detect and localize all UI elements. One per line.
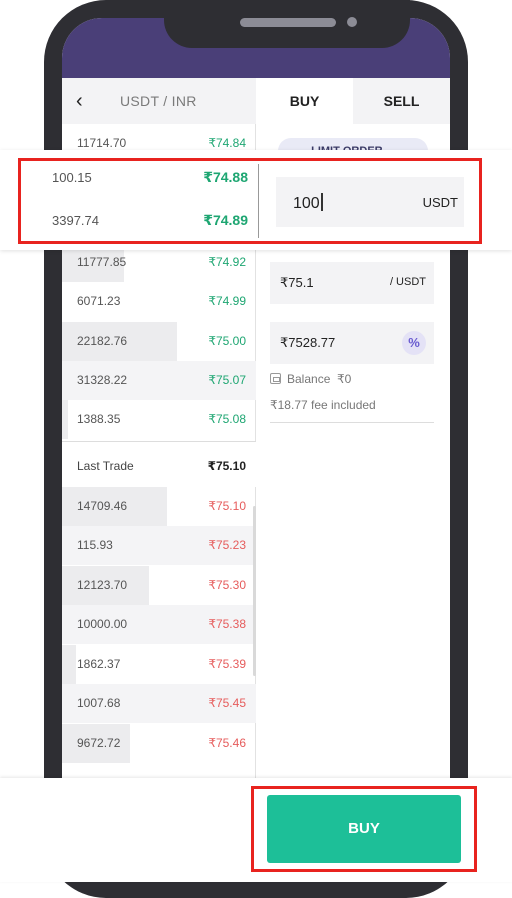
bid-row[interactable]: 12123.70 ₹75.30 (62, 566, 256, 605)
divider (270, 422, 434, 423)
ask-qty: 22182.76 (77, 334, 128, 348)
highlight-box (18, 158, 482, 244)
bid-row[interactable]: 115.93 ₹75.23 (62, 526, 256, 565)
bid-qty: 115.93 (77, 538, 113, 552)
depth-bar (62, 400, 68, 439)
bid-row[interactable]: 1862.37 ₹75.39 (62, 645, 256, 684)
bid-qty: 12123.70 (77, 578, 128, 592)
ask-price: ₹75.07 (208, 373, 246, 387)
ask-price: ₹74.84 (208, 136, 246, 150)
ask-price: ₹75.08 (208, 412, 246, 426)
ask-qty: 11777.85 (77, 255, 127, 269)
last-trade-price: ₹75.10 (207, 459, 246, 473)
bid-price: ₹75.46 (208, 736, 246, 750)
balance-label: Balance (287, 372, 331, 386)
bid-row[interactable]: 14709.46 ₹75.10 (62, 487, 256, 526)
fee-text: ₹18.77 fee included (270, 398, 376, 412)
ask-qty: 1388.35 (77, 412, 121, 426)
bid-price: ₹75.23 (208, 538, 246, 552)
ask-qty: 31328.22 (77, 373, 128, 387)
ask-qty: 6071.23 (77, 294, 121, 308)
pair-title: USDT / INR (120, 93, 197, 109)
depth-bar (62, 645, 76, 684)
last-trade: Last Trade ₹75.10 (62, 441, 256, 487)
total-value: ₹7528.77 (280, 335, 336, 350)
ask-row[interactable]: 6071.23 ₹74.99 (62, 282, 256, 321)
app-screen: ‹ USDT / INR 11714.70 ₹74.84 100.15 ₹74.… (62, 18, 450, 880)
tab-buy[interactable]: BUY (256, 78, 353, 124)
phone-notch (164, 0, 410, 48)
ask-qty: 11714.70 (77, 136, 127, 150)
price-value: ₹75.1 (280, 275, 314, 290)
bid-qty: 10000.00 (77, 617, 128, 631)
bid-qty: 9672.72 (77, 736, 121, 750)
chevron-left-icon[interactable]: ‹ (76, 91, 96, 111)
bid-price: ₹75.45 (208, 696, 246, 710)
bid-row[interactable]: 10000.00 ₹75.38 (62, 605, 256, 644)
ask-row[interactable]: 31328.22 ₹75.07 (62, 361, 256, 400)
ask-row[interactable]: 1388.35 ₹75.08 (62, 400, 256, 439)
order-book-header: ‹ USDT / INR (62, 78, 256, 124)
ask-price: ₹75.00 (208, 334, 246, 348)
wallet-icon (270, 373, 281, 384)
total-field[interactable]: ₹7528.77 % (270, 322, 434, 364)
bid-qty: 1862.37 (77, 657, 121, 671)
balance-value: ₹0 (337, 372, 352, 386)
bid-price: ₹75.39 (208, 657, 246, 671)
ask-price: ₹74.92 (208, 255, 246, 269)
ask-row[interactable]: 22182.76 ₹75.00 (62, 322, 256, 361)
last-trade-label: Last Trade (77, 459, 134, 473)
ask-price: ₹74.99 (208, 294, 246, 308)
highlight-box (251, 786, 477, 872)
bid-qty: 1007.68 (77, 696, 121, 710)
price-unit: / USDT (389, 276, 426, 288)
tab-sell[interactable]: SELL (353, 78, 450, 124)
bid-row[interactable]: 9672.72 ₹75.46 (62, 724, 256, 763)
balance: Balance ₹0 (270, 372, 351, 386)
percent-button[interactable]: % (402, 331, 426, 355)
bid-row[interactable]: 1007.68 ₹75.45 (62, 684, 256, 723)
bid-price: ₹75.30 (208, 578, 246, 592)
price-field[interactable]: ₹75.1 / USDT (270, 262, 434, 304)
bid-price: ₹75.38 (208, 617, 246, 631)
speaker (240, 18, 336, 27)
bid-price: ₹75.10 (208, 499, 246, 513)
bid-qty: 14709.46 (77, 499, 128, 513)
camera (347, 17, 357, 27)
